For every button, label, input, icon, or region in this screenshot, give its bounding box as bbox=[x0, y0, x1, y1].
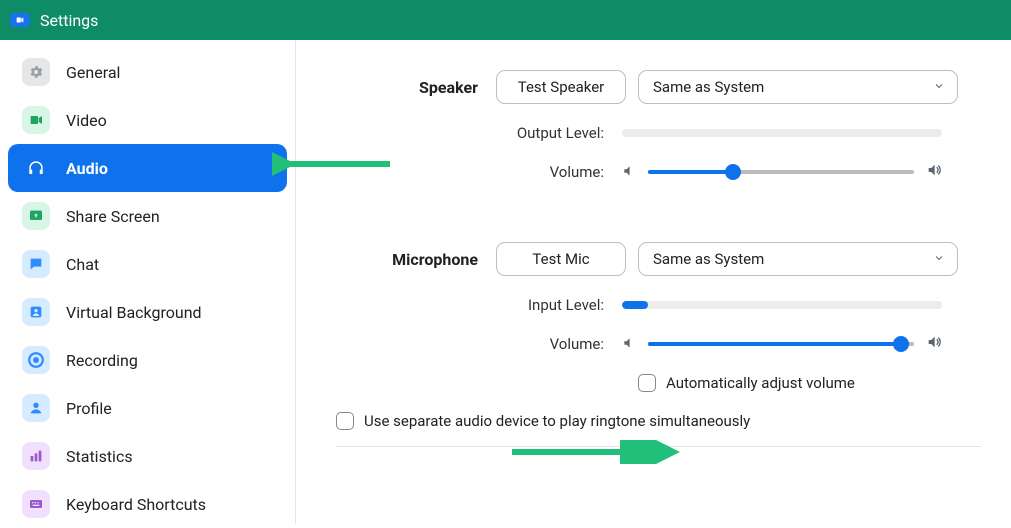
sidebar-item-label: Video bbox=[66, 111, 107, 130]
volume-low-icon bbox=[622, 335, 636, 354]
sidebar-item-label: Share Screen bbox=[66, 207, 160, 226]
sidebar-item-video[interactable]: Video bbox=[8, 96, 287, 144]
divider bbox=[336, 446, 981, 447]
sidebar-item-label: Virtual Background bbox=[66, 303, 202, 322]
chevron-down-icon bbox=[933, 78, 945, 96]
speaker-volume-label: Volume: bbox=[326, 163, 622, 181]
sidebar-item-label: Recording bbox=[66, 351, 138, 370]
output-level-label: Output Level: bbox=[326, 124, 622, 142]
sidebar-item-label: Statistics bbox=[66, 447, 133, 466]
sidebar-item-label: Profile bbox=[66, 399, 112, 418]
sidebar-item-label: Chat bbox=[66, 255, 99, 274]
input-level-meter bbox=[622, 301, 942, 309]
auto-adjust-volume-label: Automatically adjust volume bbox=[666, 374, 855, 392]
chevron-down-icon bbox=[933, 250, 945, 268]
sidebar-item-statistics[interactable]: Statistics bbox=[8, 432, 287, 480]
sidebar-item-audio[interactable]: Audio bbox=[8, 144, 287, 192]
content-pane: Speaker Test Speaker Same as System Outp… bbox=[296, 40, 1011, 524]
speaker-device-select[interactable]: Same as System bbox=[638, 70, 958, 104]
share-screen-icon bbox=[22, 202, 50, 230]
mic-volume-thumb[interactable] bbox=[893, 336, 909, 352]
mic-device-select[interactable]: Same as System bbox=[638, 242, 958, 276]
speaker-device-selected: Same as System bbox=[653, 78, 764, 96]
separate-ringtone-checkbox[interactable] bbox=[336, 412, 354, 430]
recording-icon bbox=[22, 346, 50, 374]
speaker-volume-fill bbox=[648, 170, 733, 174]
sidebar-item-virtual-background[interactable]: Virtual Background bbox=[8, 288, 287, 336]
microphone-heading: Microphone bbox=[326, 250, 496, 269]
window-title: Settings bbox=[40, 11, 98, 30]
sidebar-item-general[interactable]: General bbox=[8, 48, 287, 96]
sidebar-item-label: Keyboard Shortcuts bbox=[66, 495, 206, 514]
mic-volume-label: Volume: bbox=[326, 335, 622, 353]
mic-volume-slider[interactable] bbox=[648, 342, 914, 346]
titlebar: Settings bbox=[0, 0, 1011, 40]
input-level-fill bbox=[622, 301, 648, 309]
separate-ringtone-label: Use separate audio device to play ringto… bbox=[364, 412, 750, 430]
keyboard-icon bbox=[22, 490, 50, 518]
sidebar-item-profile[interactable]: Profile bbox=[8, 384, 287, 432]
sidebar-item-chat[interactable]: Chat bbox=[8, 240, 287, 288]
mic-device-selected: Same as System bbox=[653, 250, 764, 268]
sidebar-item-keyboard-shortcuts[interactable]: Keyboard Shortcuts bbox=[8, 480, 287, 528]
app-icon bbox=[10, 13, 30, 27]
volume-low-icon bbox=[622, 163, 636, 182]
input-level-label: Input Level: bbox=[326, 296, 622, 314]
volume-high-icon bbox=[926, 162, 942, 182]
headphones-icon bbox=[22, 154, 50, 182]
test-mic-button[interactable]: Test Mic bbox=[496, 242, 626, 276]
sidebar-item-label: General bbox=[66, 63, 120, 82]
sidebar: General Video Audio Share Screen Chat bbox=[0, 40, 296, 524]
test-speaker-button[interactable]: Test Speaker bbox=[496, 70, 626, 104]
auto-adjust-volume-checkbox[interactable] bbox=[638, 374, 656, 392]
sidebar-item-recording[interactable]: Recording bbox=[8, 336, 287, 384]
profile-icon bbox=[22, 394, 50, 422]
speaker-volume-thumb[interactable] bbox=[725, 164, 741, 180]
output-level-meter bbox=[622, 129, 942, 137]
speaker-volume-slider[interactable] bbox=[648, 170, 914, 174]
gear-icon bbox=[22, 58, 50, 86]
speaker-heading: Speaker bbox=[326, 78, 496, 97]
mic-volume-fill bbox=[648, 342, 901, 346]
video-icon bbox=[22, 106, 50, 134]
sidebar-item-share-screen[interactable]: Share Screen bbox=[8, 192, 287, 240]
volume-high-icon bbox=[926, 334, 942, 354]
sidebar-item-label: Audio bbox=[66, 159, 108, 178]
chat-icon bbox=[22, 250, 50, 278]
statistics-icon bbox=[22, 442, 50, 470]
virtual-background-icon bbox=[22, 298, 50, 326]
